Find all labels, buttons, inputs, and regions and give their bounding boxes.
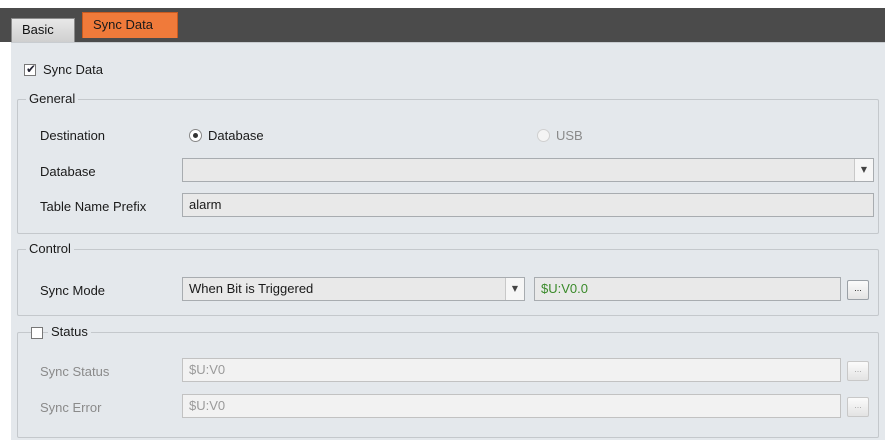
destination-usb-radio[interactable] bbox=[537, 129, 550, 142]
tab-sync-data[interactable]: Sync Data bbox=[82, 12, 178, 38]
control-group: Control Sync Mode When Bit is Triggered … bbox=[17, 241, 879, 316]
sync-error-input[interactable]: $U:V0 bbox=[182, 394, 841, 418]
general-group: General Destination Database USB Databas… bbox=[17, 91, 879, 234]
table-prefix-label: Table Name Prefix bbox=[40, 199, 147, 214]
destination-usb-label: USB bbox=[556, 128, 583, 143]
database-label: Database bbox=[40, 164, 96, 179]
sync-status-input[interactable]: $U:V0 bbox=[182, 358, 841, 382]
general-legend: General bbox=[26, 91, 79, 106]
chevron-down-icon[interactable]: ▼ bbox=[505, 278, 524, 300]
chevron-down-icon[interactable]: ▼ bbox=[854, 159, 873, 181]
browse-sync-status-button[interactable]: ... bbox=[847, 361, 869, 381]
sync-status-label: Sync Status bbox=[40, 364, 110, 379]
sync-data-checkbox[interactable]: ✔ bbox=[24, 62, 37, 76]
table-prefix-input[interactable]: alarm bbox=[182, 193, 874, 217]
sync-data-checkbox-label: Sync Data bbox=[43, 62, 103, 77]
top-strip bbox=[0, 0, 885, 8]
sync-error-label: Sync Error bbox=[40, 400, 102, 415]
checkmark-icon: ✔ bbox=[26, 62, 37, 76]
tab-basic[interactable]: Basic bbox=[11, 18, 75, 42]
browse-sync-error-button[interactable]: ... bbox=[847, 397, 869, 417]
trigger-address-input[interactable]: $U:V0.0 bbox=[534, 277, 841, 301]
sync-mode-select[interactable]: When Bit is Triggered ▼ bbox=[182, 277, 525, 301]
destination-database-radio[interactable] bbox=[189, 129, 202, 142]
database-select[interactable]: ▼ bbox=[182, 158, 874, 182]
destination-label: Destination bbox=[40, 128, 106, 143]
status-checkbox[interactable] bbox=[31, 327, 43, 339]
destination-database-label: Database bbox=[208, 128, 264, 143]
sync-mode-label: Sync Mode bbox=[40, 283, 106, 298]
radio-selected-dot bbox=[193, 133, 198, 138]
status-legend: Status bbox=[48, 324, 91, 339]
sync-data-panel: ✔ Sync Data General Destination Database… bbox=[11, 42, 885, 440]
control-legend: Control bbox=[26, 241, 74, 256]
browse-trigger-address-button[interactable]: ... bbox=[847, 280, 869, 300]
status-group: Status Sync Status $U:V0 ... Sync Error … bbox=[17, 324, 879, 438]
sync-mode-select-value: When Bit is Triggered bbox=[189, 281, 314, 296]
